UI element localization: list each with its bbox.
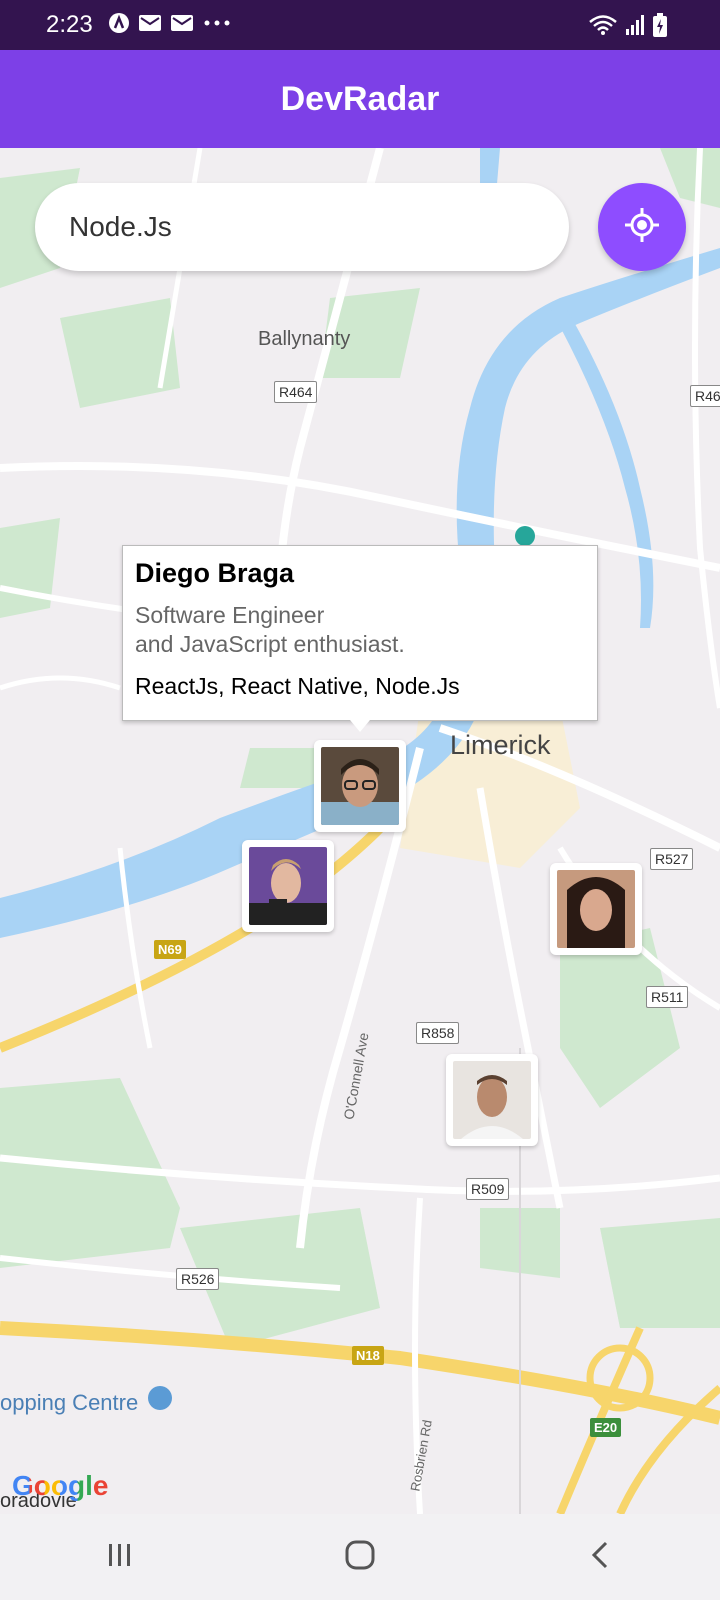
- callout-tail: [350, 720, 370, 732]
- road-label-r464: R464: [274, 381, 318, 403]
- system-nav-bar: [0, 1514, 720, 1600]
- tech-search-input[interactable]: [35, 183, 569, 271]
- road-label-r46: R46: [690, 385, 720, 407]
- status-time: 2:23: [46, 11, 93, 38]
- dev-callout[interactable]: Diego Braga Software Engineer and JavaSc…: [122, 545, 598, 721]
- road-label-r858: R858: [416, 1022, 460, 1044]
- wifi-icon: [588, 13, 618, 37]
- app-title: DevRadar: [280, 80, 440, 118]
- recents-button[interactable]: [60, 1527, 180, 1587]
- avatar: [321, 747, 399, 825]
- dev-marker-4[interactable]: [446, 1054, 538, 1146]
- app-bar: DevRadar: [0, 50, 720, 148]
- app-icon: [108, 12, 130, 34]
- road-label-r511: R511: [646, 986, 689, 1008]
- road-label-r527: R527: [650, 848, 694, 870]
- callout-dev-bio: Software Engineer and JavaScript enthusi…: [135, 602, 405, 657]
- road-label-r509: R509: [466, 1178, 510, 1200]
- back-button[interactable]: [540, 1527, 660, 1587]
- status-icons-right: [588, 12, 668, 38]
- home-icon: [344, 1539, 376, 1576]
- signal-icon: [624, 13, 646, 37]
- callout-dev-techs: ReactJs, React Native, Node.Js: [135, 673, 460, 699]
- locate-button[interactable]: [598, 183, 686, 271]
- my-location-icon: [622, 205, 662, 250]
- highway-label-n69: N69: [154, 940, 186, 959]
- dev-marker-2[interactable]: [242, 840, 334, 932]
- dev-marker-diego-braga[interactable]: [314, 740, 406, 832]
- status-icons-left: [108, 12, 232, 34]
- map-label-limerick: Limerick: [450, 730, 551, 760]
- avatar: [453, 1061, 531, 1139]
- back-icon: [588, 1539, 612, 1576]
- map-label-ballynanty: Ballynanty: [258, 328, 351, 350]
- recents-icon: [106, 1541, 134, 1574]
- highway-label-n18: N18: [352, 1346, 384, 1365]
- avatar: [249, 847, 327, 925]
- highway-label-e20: E20: [590, 1418, 622, 1437]
- battery-charging-icon: [652, 12, 668, 38]
- callout-dev-name: Diego Braga: [135, 558, 295, 588]
- avatar: [557, 870, 635, 948]
- google-logo: Google: [12, 1470, 109, 1501]
- mail-icon: [170, 13, 194, 33]
- home-button[interactable]: [300, 1527, 420, 1587]
- more-icon: [202, 13, 232, 33]
- road-label-r526: R526: [176, 1268, 220, 1290]
- map-label-shopping-centre: opping Centre: [0, 1390, 139, 1415]
- status-bar: 2:23: [0, 0, 720, 50]
- mail-icon: [138, 13, 162, 33]
- dev-marker-3[interactable]: [550, 863, 642, 955]
